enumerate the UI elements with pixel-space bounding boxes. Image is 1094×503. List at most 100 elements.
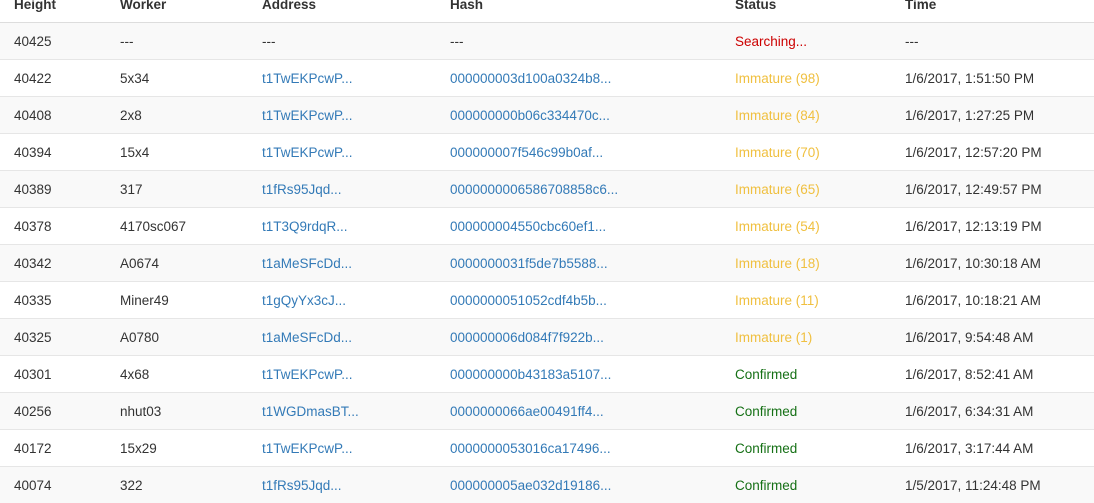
worker-cell-value: 4x68 bbox=[120, 367, 149, 382]
status-cell: Confirmed bbox=[721, 393, 891, 430]
address-cell-value[interactable]: t1TwEKPcwP... bbox=[262, 441, 353, 456]
height-cell: 40172 bbox=[0, 430, 106, 467]
time-cell: 1/6/2017, 6:34:31 AM bbox=[891, 393, 1094, 430]
height-cell: 40378 bbox=[0, 208, 106, 245]
hash-cell-value[interactable]: 000000004550cbc60ef1... bbox=[450, 219, 606, 234]
height-cell: 40301 bbox=[0, 356, 106, 393]
table-row: 40342A0674t1aMeSFcDd...0000000031f5de7b5… bbox=[0, 245, 1094, 282]
status-cell: Immature (54) bbox=[721, 208, 891, 245]
time-cell-value: 1/6/2017, 6:34:31 AM bbox=[905, 404, 1033, 419]
height-cell: 40394 bbox=[0, 134, 106, 171]
status-cell-value: Immature (1) bbox=[735, 330, 812, 345]
height-cell: 40422 bbox=[0, 60, 106, 97]
address-cell-value[interactable]: t1TwEKPcwP... bbox=[262, 71, 353, 86]
hash-cell-value[interactable]: 000000000b43183a5107... bbox=[450, 367, 611, 382]
status-cell-value: Confirmed bbox=[735, 404, 797, 419]
worker-cell-value: 5x34 bbox=[120, 71, 149, 86]
hash-cell: 0000000053016ca17496... bbox=[436, 430, 721, 467]
hash-cell: 000000000b06c334470c... bbox=[436, 97, 721, 134]
worker-cell-value: 15x4 bbox=[120, 145, 149, 160]
status-cell: Immature (1) bbox=[721, 319, 891, 356]
time-cell: 1/6/2017, 1:51:50 PM bbox=[891, 60, 1094, 97]
address-cell-value: --- bbox=[262, 34, 276, 49]
status-cell-value: Confirmed bbox=[735, 367, 797, 382]
worker-cell: 15x29 bbox=[106, 430, 248, 467]
height-cell-value: 40335 bbox=[14, 293, 52, 308]
status-cell: Immature (11) bbox=[721, 282, 891, 319]
column-header-address[interactable]: Address bbox=[248, 0, 436, 23]
time-cell: 1/6/2017, 10:30:18 AM bbox=[891, 245, 1094, 282]
hash-cell-value: --- bbox=[450, 34, 464, 49]
table-row: 40422 5x34 t1TwEKPcwP... 000000003d100a0324… bbox=[0, 60, 1094, 97]
worker-cell-value: 4170sc067 bbox=[120, 219, 186, 234]
column-header-time[interactable]: Time bbox=[891, 0, 1094, 23]
column-header-worker[interactable]: Worker bbox=[106, 0, 248, 23]
address-cell: t1fRs95Jqd... bbox=[248, 171, 436, 208]
time-cell: 1/6/2017, 12:13:19 PM bbox=[891, 208, 1094, 245]
height-cell: 40335 bbox=[0, 282, 106, 319]
time-cell-value: 1/6/2017, 10:30:18 AM bbox=[905, 256, 1041, 271]
hash-cell-value[interactable]: 0000000051052cdf4b5b... bbox=[450, 293, 607, 308]
address-cell-value[interactable]: t1fRs95Jqd... bbox=[262, 478, 342, 493]
height-cell-value: 40256 bbox=[14, 404, 52, 419]
hash-cell: 000000003d100a0324b8... bbox=[436, 60, 721, 97]
status-cell: Confirmed bbox=[721, 430, 891, 467]
address-cell-value[interactable]: t1gQyYx3cJ... bbox=[262, 293, 346, 308]
status-cell-value: Immature (70) bbox=[735, 145, 820, 160]
status-cell: Immature (84) bbox=[721, 97, 891, 134]
time-cell: 1/6/2017, 12:57:20 PM bbox=[891, 134, 1094, 171]
address-cell: t1fRs95Jqd... bbox=[248, 467, 436, 503]
height-cell: 40074 bbox=[0, 467, 106, 503]
worker-cell: 5x34 bbox=[106, 60, 248, 97]
hash-cell-value[interactable]: 000000003d100a0324b8... bbox=[450, 71, 611, 86]
height-cell-value: 40074 bbox=[14, 478, 52, 493]
table-row: 40389 317 t1fRs95Jqd... 0000000006586708858… bbox=[0, 171, 1094, 208]
hash-cell-value[interactable]: 000000007f546c99b0af... bbox=[450, 145, 603, 160]
address-cell-value[interactable]: t1fRs95Jqd... bbox=[262, 182, 342, 197]
address-cell-value[interactable]: t1aMeSFcDd... bbox=[262, 330, 352, 345]
address-cell: t1aMeSFcDd... bbox=[248, 319, 436, 356]
worker-cell: nhut03 bbox=[106, 393, 248, 430]
worker-cell-value: 317 bbox=[120, 182, 143, 197]
address-cell-value[interactable]: t1TwEKPcwP... bbox=[262, 108, 353, 123]
status-cell-value: Immature (54) bbox=[735, 219, 820, 234]
column-header-status[interactable]: Status bbox=[721, 0, 891, 23]
address-cell-value[interactable]: t1T3Q9rdqR... bbox=[262, 219, 348, 234]
time-cell-value: 1/6/2017, 12:49:57 PM bbox=[905, 182, 1042, 197]
worker-cell-value: A0780 bbox=[120, 330, 159, 345]
hash-cell-value[interactable]: 0000000031f5de7b5588... bbox=[450, 256, 608, 271]
time-cell-value: 1/5/2017, 11:24:48 PM bbox=[905, 478, 1041, 493]
worker-cell: A0674 bbox=[106, 245, 248, 282]
time-cell-value: 1/6/2017, 12:57:20 PM bbox=[905, 145, 1042, 160]
worker-cell: 322 bbox=[106, 467, 248, 503]
address-cell-value[interactable]: t1WGDmasBT... bbox=[262, 404, 359, 419]
address-cell: t1gQyYx3cJ... bbox=[248, 282, 436, 319]
status-cell-value: Searching... bbox=[735, 34, 807, 49]
hash-cell: 000000005ae032d19186... bbox=[436, 467, 721, 503]
worker-cell-value: --- bbox=[120, 34, 134, 49]
address-cell-value[interactable]: t1aMeSFcDd... bbox=[262, 256, 352, 271]
table-row: 404082x8t1TwEKPcwP...000000000b06c334470… bbox=[0, 97, 1094, 134]
column-header-height[interactable]: Height bbox=[0, 0, 106, 23]
time-cell: 1/5/2017, 11:24:48 PM bbox=[891, 467, 1094, 503]
hash-cell-value[interactable]: 0000000006586708858c6... bbox=[450, 182, 618, 197]
height-cell-value: 40389 bbox=[14, 182, 52, 197]
hash-cell: --- bbox=[436, 23, 721, 60]
address-cell: t1TwEKPcwP... bbox=[248, 356, 436, 393]
address-cell: t1T3Q9rdqR... bbox=[248, 208, 436, 245]
address-cell-value[interactable]: t1TwEKPcwP... bbox=[262, 145, 353, 160]
hash-cell-value[interactable]: 000000000b06c334470c... bbox=[450, 108, 610, 123]
hash-cell-value[interactable]: 0000000053016ca17496... bbox=[450, 441, 611, 456]
address-cell: t1TwEKPcwP... bbox=[248, 97, 436, 134]
address-cell-value[interactable]: t1TwEKPcwP... bbox=[262, 367, 353, 382]
status-cell: Immature (65) bbox=[721, 171, 891, 208]
status-cell-value: Immature (11) bbox=[735, 293, 819, 308]
status-cell: Confirmed bbox=[721, 467, 891, 503]
hash-cell: 000000004550cbc60ef1... bbox=[436, 208, 721, 245]
hash-cell-value[interactable]: 0000000066ae00491ff4... bbox=[450, 404, 604, 419]
status-cell: Immature (98) bbox=[721, 60, 891, 97]
hash-cell-value[interactable]: 000000006d084f7f922b... bbox=[450, 330, 604, 345]
worker-cell-value: 2x8 bbox=[120, 108, 142, 123]
hash-cell-value[interactable]: 000000005ae032d19186... bbox=[450, 478, 611, 493]
column-header-hash[interactable]: Hash bbox=[436, 0, 721, 23]
